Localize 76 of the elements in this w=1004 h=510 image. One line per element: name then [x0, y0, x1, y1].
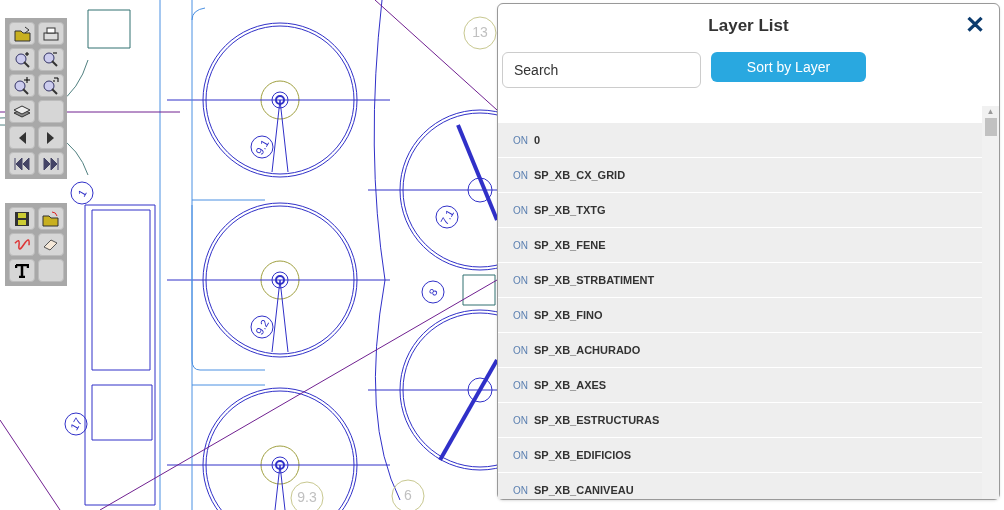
layer-row[interactable]: ON SP_XB_CANIVEAU — [498, 473, 982, 499]
layer-row[interactable]: ON SP_XB_STRBATIMENT — [498, 263, 982, 298]
scrollbar[interactable]: ▲ — [982, 106, 999, 499]
tool-button[interactable] — [37, 22, 64, 45]
layer-name: SP_XB_TXTG — [534, 202, 606, 218]
layer-row[interactable]: ON 0 — [498, 123, 982, 158]
layer-name: SP_XB_AXES — [534, 377, 607, 393]
skip-forward-icon — [42, 156, 59, 171]
layer-state-toggle[interactable]: ON — [513, 307, 528, 323]
layer-state-toggle[interactable]: ON — [513, 167, 528, 183]
circled-label: 9.2 — [250, 315, 274, 339]
folder-icon — [13, 25, 31, 42]
pan-zoom-icon — [13, 76, 31, 95]
circled-label: 9.1 — [250, 135, 274, 159]
left-arrow-icon — [17, 130, 27, 145]
layer-state-toggle[interactable]: ON — [513, 377, 528, 393]
tool-button[interactable] — [37, 233, 64, 256]
layer-name: 0 — [534, 132, 541, 148]
layers-icon — [13, 105, 31, 118]
folder-icon — [42, 210, 59, 227]
tool-button[interactable] — [9, 259, 35, 282]
circled-label: 9.3 — [290, 481, 324, 510]
search-field[interactable]: Search — [502, 52, 701, 88]
sort-by-layer-button[interactable]: Sort by Layer — [711, 52, 866, 82]
right-arrow-icon — [46, 130, 55, 145]
squiggle-icon — [13, 239, 31, 250]
layer-state-toggle[interactable]: ON — [513, 342, 528, 358]
layer-name: SP_XB_CX_GRID — [534, 167, 626, 183]
layer-row[interactable]: ON SP_XB_TXTG — [498, 193, 982, 228]
layer-row[interactable]: ON SP_XB_CX_GRID — [498, 158, 982, 193]
layer-name: SP_XB_FENE — [534, 237, 606, 253]
tool-button[interactable] — [9, 48, 35, 71]
zoom-out-icon — [43, 52, 58, 67]
close-button[interactable]: ✕ — [965, 13, 985, 37]
layer-state-toggle[interactable]: ON — [513, 412, 528, 428]
circled-label: 7.1 — [435, 205, 459, 229]
scroll-up-arrow[interactable]: ▲ — [986, 106, 995, 118]
tool-button[interactable] — [9, 74, 35, 97]
layer-row[interactable]: ON SP_XB_FENE — [498, 228, 982, 263]
layer-name: SP_XB_FINO — [534, 307, 603, 323]
layer-state-toggle[interactable]: ON — [513, 132, 528, 148]
layer-row[interactable]: ON SP_XB_ESTRUCTURAS — [498, 403, 982, 438]
tool-button[interactable] — [37, 152, 64, 175]
layer-row[interactable]: ON SP_XB_EDIFICIOS — [498, 438, 982, 473]
tool-button[interactable] — [9, 126, 35, 149]
skip-back-icon — [14, 156, 30, 171]
layer-state-toggle[interactable]: ON — [513, 272, 528, 288]
layer-row[interactable]: ON SP_XB_FINO — [498, 298, 982, 333]
layer-state-toggle[interactable]: ON — [513, 482, 528, 498]
panel-title: Layer List — [708, 15, 789, 38]
scrollbar-thumb[interactable] — [984, 118, 997, 136]
layer-name: SP_XB_CANIVEAU — [534, 482, 634, 498]
circled-label: 6 — [391, 479, 425, 510]
zoom-in-icon — [14, 51, 30, 68]
layer-name: SP_XB_STRBATIMENT — [534, 272, 655, 288]
layer-row[interactable]: ON SP_XB_ACHURADO — [498, 333, 982, 368]
tool-button[interactable] — [9, 207, 35, 230]
tool-button[interactable] — [37, 74, 64, 97]
circled-label: 8 — [421, 280, 445, 304]
layer-row[interactable]: ON SP_XB_AXES — [498, 368, 982, 403]
text-tool-icon — [15, 263, 29, 278]
tool-button[interactable] — [9, 152, 35, 175]
circled-label: 13 — [463, 16, 497, 50]
layer-name: SP_XB_ESTRUCTURAS — [534, 412, 660, 428]
eraser-icon — [43, 238, 58, 251]
printer-icon — [42, 26, 59, 41]
circled-label: 17 — [64, 412, 88, 436]
layer-name: SP_XB_ACHURADO — [534, 342, 641, 358]
layer-name: SP_XB_EDIFICIOS — [534, 447, 632, 463]
circled-label: 1 — [70, 181, 94, 205]
layer-state-toggle[interactable]: ON — [513, 202, 528, 218]
tool-button[interactable] — [37, 126, 64, 149]
zoom-extents-icon — [42, 76, 59, 95]
tool-button[interactable] — [9, 100, 35, 123]
layer-state-toggle[interactable]: ON — [513, 237, 528, 253]
layer-state-toggle[interactable]: ON — [513, 447, 528, 463]
